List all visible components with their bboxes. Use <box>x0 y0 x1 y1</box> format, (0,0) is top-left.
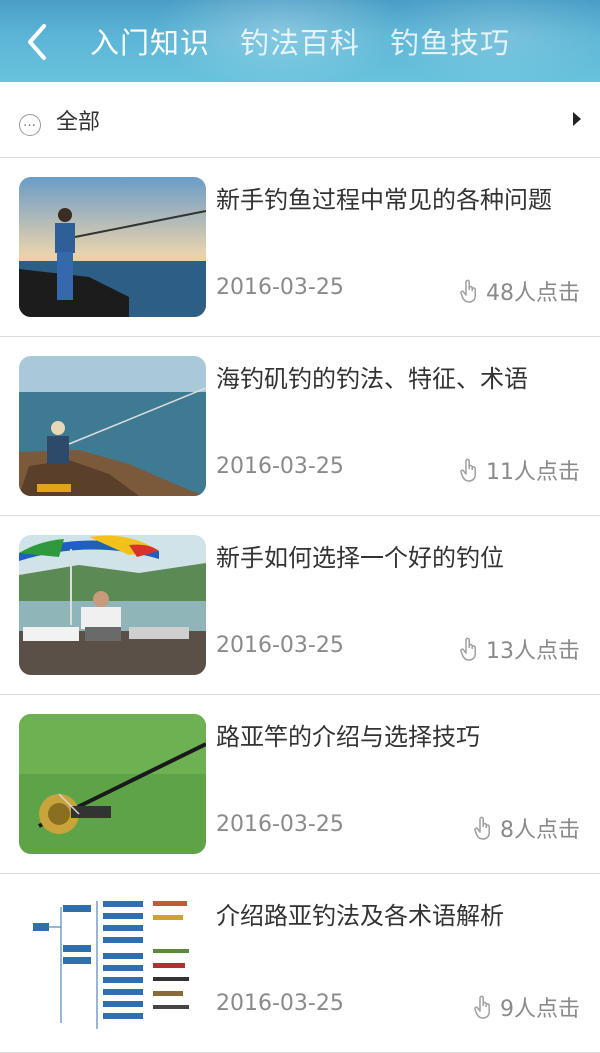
click-count-text: 13人点击 <box>486 639 580 664</box>
article-date: 2016-03-25 <box>216 275 344 300</box>
click-count-text: 8人点击 <box>500 818 580 843</box>
article-thumbnail <box>19 535 206 675</box>
article-thumbnail <box>19 356 206 496</box>
article-date: 2016-03-25 <box>216 812 344 837</box>
article-date: 2016-03-25 <box>216 633 344 658</box>
list-item[interactable]: 新手如何选择一个好的钓位 2016-03-25 13人点击 <box>0 516 600 695</box>
filter-label: 全部 <box>56 110 101 135</box>
article-title: 新手钓鱼过程中常见的各种问题 <box>216 186 552 214</box>
tap-icon <box>474 995 490 1019</box>
list-item[interactable]: 介绍路亚钓法及各术语解析 2016-03-25 9人点击 <box>0 874 600 1053</box>
list-item[interactable]: 路亚竿的介绍与选择技巧 2016-03-25 8人点击 <box>0 695 600 874</box>
article-title: 路亚竿的介绍与选择技巧 <box>216 723 480 751</box>
article-date: 2016-03-25 <box>216 454 344 479</box>
tap-icon <box>474 816 490 840</box>
click-count-text: 11人点击 <box>486 460 580 485</box>
click-count: 48人点击 <box>460 275 580 307</box>
article-title: 海钓矶钓的钓法、特征、术语 <box>216 365 528 393</box>
tab-fishing-skills[interactable]: 钓鱼技巧 <box>390 20 510 62</box>
click-count: 9人点击 <box>474 991 580 1023</box>
click-count: 8人点击 <box>474 812 580 844</box>
click-count-text: 9人点击 <box>500 997 580 1022</box>
article-date: 2016-03-25 <box>216 991 344 1016</box>
tap-icon <box>460 279 476 303</box>
tap-icon <box>460 458 476 482</box>
list-item[interactable]: 海钓矶钓的钓法、特征、术语 2016-03-25 11人点击 <box>0 337 600 516</box>
article-title: 介绍路亚钓法及各术语解析 <box>216 902 504 930</box>
tab-bar: 入门知识 钓法百科 钓鱼技巧 <box>90 0 540 82</box>
more-icon <box>19 112 41 136</box>
article-title: 新手如何选择一个好的钓位 <box>216 544 504 572</box>
click-count-text: 48人点击 <box>486 281 580 306</box>
article-thumbnail <box>19 177 206 317</box>
category-filter[interactable]: 全部 <box>0 82 600 158</box>
click-count: 13人点击 <box>460 633 580 665</box>
header-bar: 入门知识 钓法百科 钓鱼技巧 <box>0 0 600 82</box>
tab-intro-knowledge[interactable]: 入门知识 <box>90 20 210 62</box>
caret-right-icon <box>573 112 581 126</box>
chevron-left-icon <box>28 24 46 60</box>
click-count: 11人点击 <box>460 454 580 486</box>
list-item[interactable]: 新手钓鱼过程中常见的各种问题 2016-03-25 48人点击 <box>0 158 600 337</box>
tab-fishing-encyclopedia[interactable]: 钓法百科 <box>240 20 360 62</box>
back-button[interactable] <box>18 20 58 64</box>
article-thumbnail <box>19 893 206 1033</box>
tap-icon <box>460 637 476 661</box>
article-list: 新手钓鱼过程中常见的各种问题 2016-03-25 48人点击 海钓矶钓的钓法、… <box>0 158 600 1053</box>
article-thumbnail <box>19 714 206 854</box>
